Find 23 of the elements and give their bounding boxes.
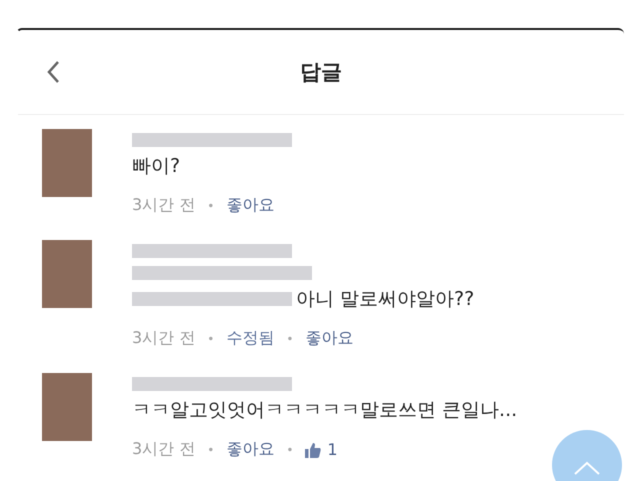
like-link[interactable]: 좋아요 xyxy=(305,328,354,349)
avatar-placeholder xyxy=(42,129,92,197)
like-link[interactable]: 좋아요 xyxy=(226,439,274,460)
separator-dot: • xyxy=(207,332,214,346)
comment-time: 3시간 전 xyxy=(132,439,196,460)
comment-time: 3시간 전 xyxy=(132,195,196,216)
separator-dot: • xyxy=(286,332,294,346)
comment-text: ㅋㅋ알고잇엇어ㅋㅋㅋㅋㅋ말로쓰면 큰일나... xyxy=(132,398,518,423)
thumbs-up-icon xyxy=(305,442,322,458)
like-link[interactable]: 좋아요 xyxy=(226,195,274,216)
comment-time: 3시간 전 xyxy=(132,328,196,349)
separator-dot: • xyxy=(207,442,214,456)
separator-dot: • xyxy=(286,442,294,456)
comment-text: 빠이? xyxy=(132,154,180,179)
like-count: 1 xyxy=(327,440,338,459)
comment-text: 아니 말로써야알아?? xyxy=(296,287,474,312)
back-icon[interactable] xyxy=(46,60,60,84)
separator-dot: • xyxy=(207,198,214,212)
avatar-placeholder xyxy=(42,373,92,441)
avatar-placeholder xyxy=(42,240,92,308)
edited-label: 수정됨 xyxy=(226,328,274,349)
chevron-up-icon xyxy=(573,460,601,476)
page-title: 답글 xyxy=(300,59,342,86)
